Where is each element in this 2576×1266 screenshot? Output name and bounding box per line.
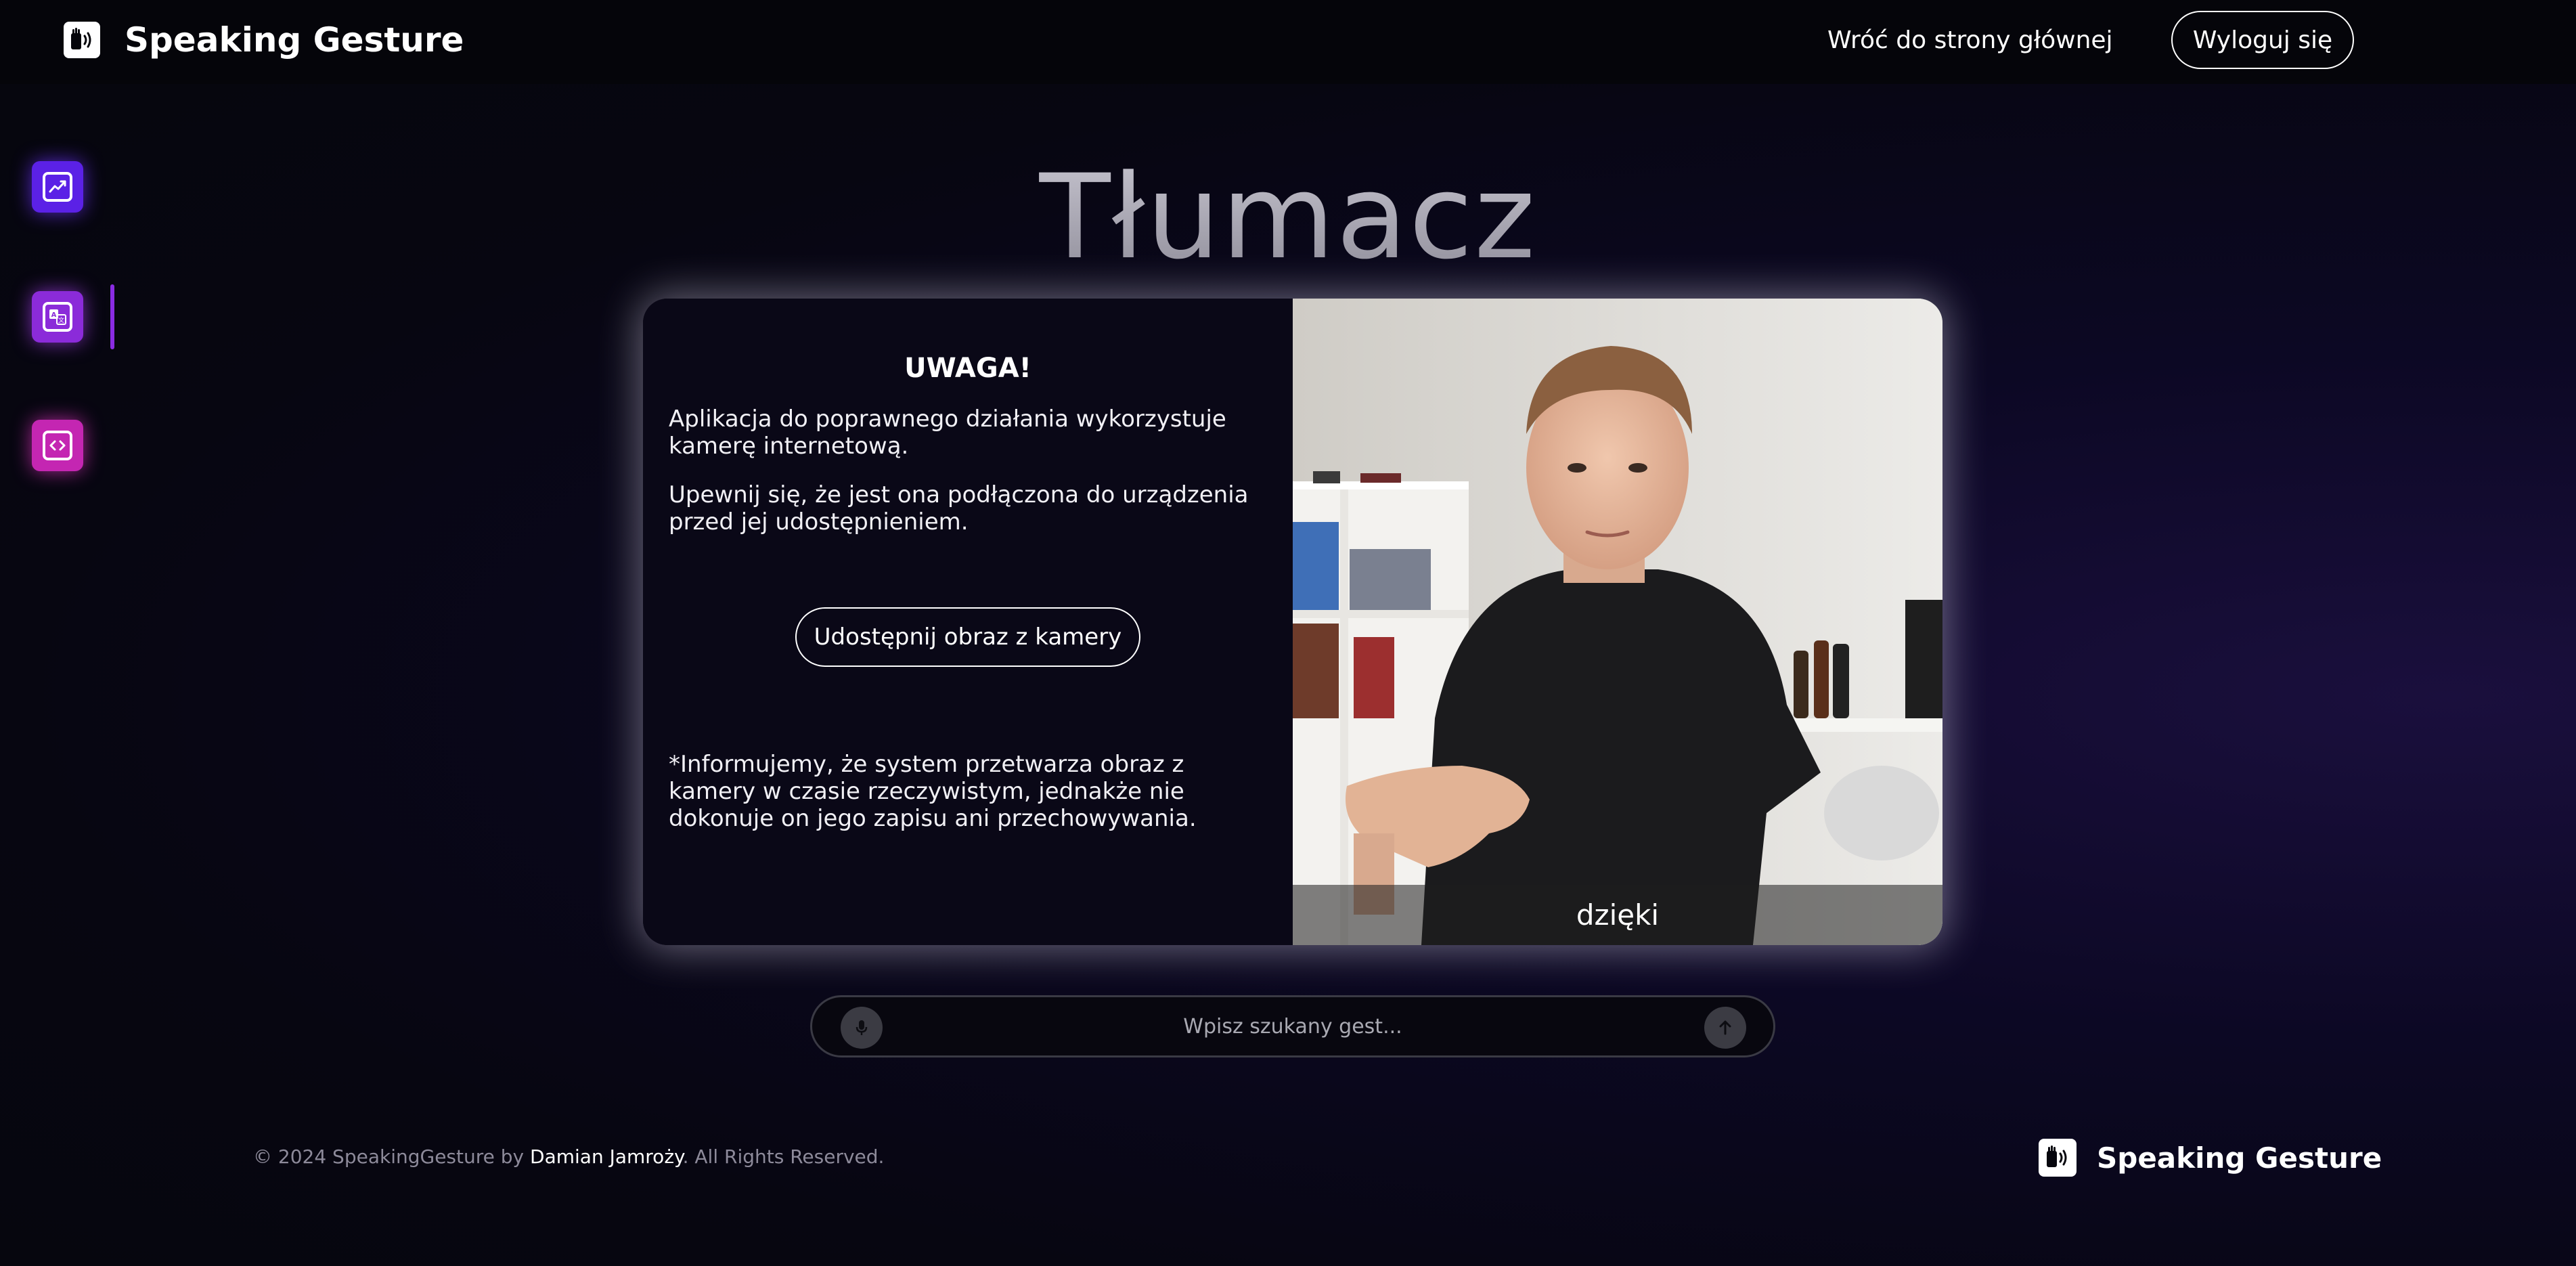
share-camera-button[interactable]: Udostępnij obraz z kamery — [795, 607, 1140, 667]
notice-text-connect: Upewnij się, że jest ona podłączona do u… — [669, 481, 1249, 536]
privacy-disclaimer: *Informujemy, że system przetwarza obraz… — [669, 751, 1197, 832]
notice-panel: UWAGA! Aplikacja do poprawnego działania… — [643, 299, 1293, 945]
top-bar: Speaking Gesture Wróć do strony głównej … — [0, 0, 2576, 84]
brand-logo-link[interactable]: Speaking Gesture — [64, 20, 464, 60]
gesture-search-bar — [810, 995, 1775, 1057]
copyright-suffix: . All Rights Reserved. — [682, 1145, 885, 1168]
copyright-text: © 2024 SpeakingGesture by Damian Jamroży… — [253, 1145, 884, 1168]
code-icon — [49, 440, 66, 451]
footer-brand-logo[interactable]: Speaking Gesture — [2039, 1139, 2382, 1177]
svg-text:文: 文 — [58, 316, 64, 324]
sign-language-speaking-hand-icon — [64, 22, 100, 58]
active-indicator — [110, 284, 114, 349]
microphone-icon — [856, 1020, 868, 1035]
sidebar-item-translator[interactable]: A 文 — [32, 291, 83, 343]
sign-language-speaking-hand-icon — [2039, 1139, 2077, 1177]
translate-icon: A 文 — [49, 309, 66, 325]
gesture-search-input[interactable] — [893, 997, 1692, 1055]
arrow-up-icon — [1719, 1020, 1731, 1035]
camera-view: dzięki — [1293, 299, 1942, 945]
camera-feed-image — [1293, 299, 1942, 945]
brand-name: Speaking Gesture — [125, 20, 464, 60]
logout-button[interactable]: Wyloguj się — [2171, 11, 2354, 69]
home-link[interactable]: Wróć do strony głównej — [1827, 22, 2113, 60]
author-link[interactable]: Damian Jamroży — [530, 1145, 683, 1168]
notice-text-webcam: Aplikacja do poprawnego działania wykorz… — [669, 406, 1226, 460]
gesture-caption: dzięki — [1293, 885, 1942, 945]
svg-text:A: A — [51, 311, 57, 319]
send-button[interactable] — [1704, 1007, 1746, 1049]
translator-card: UWAGA! Aplikacja do poprawnego działania… — [643, 299, 1942, 945]
microphone-button[interactable] — [841, 1007, 883, 1049]
page-title: Tłumacz — [0, 149, 2576, 285]
notice-title: UWAGA! — [904, 353, 1031, 384]
footer-brand-name: Speaking Gesture — [2097, 1141, 2382, 1175]
sidebar-item-code[interactable] — [32, 420, 83, 471]
copyright-prefix: © 2024 SpeakingGesture by — [253, 1145, 531, 1168]
